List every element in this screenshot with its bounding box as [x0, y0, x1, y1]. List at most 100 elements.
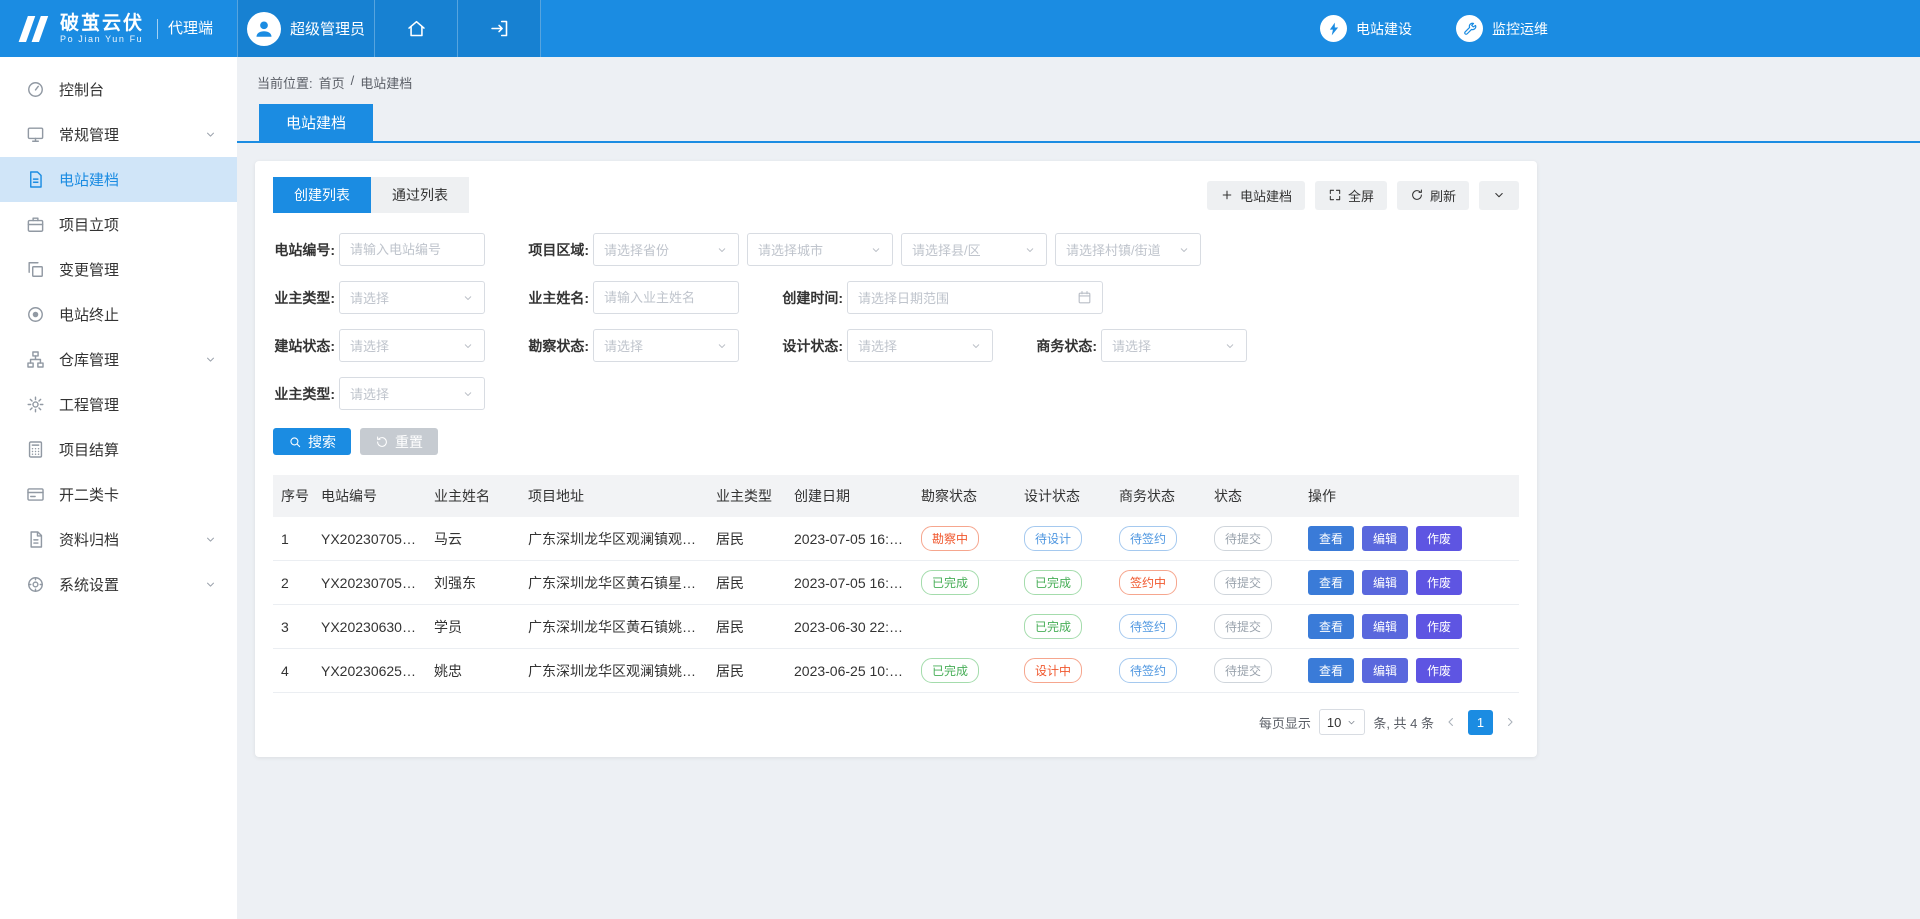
tab-passed-list[interactable]: 通过列表: [371, 177, 469, 213]
cell-created: 2023-06-30 22:45:57: [786, 605, 913, 649]
filter-label: 创建时间:: [781, 288, 843, 308]
filter-input-owner-name[interactable]: [593, 281, 739, 314]
next-page-button[interactable]: [1501, 713, 1519, 731]
cell-actions: 查看编辑作废: [1300, 649, 1519, 693]
header-shortcuts: 电站建设 监控运维: [1320, 0, 1548, 57]
sidebar-item-engineering-mgmt[interactable]: 工程管理: [0, 382, 237, 427]
page-1-button[interactable]: 1: [1468, 710, 1493, 735]
business-status-badge: 待签约: [1119, 658, 1177, 683]
select-placeholder: 请选择: [350, 336, 389, 355]
sidebar-item-project-initiation[interactable]: 项目立项: [0, 202, 237, 247]
header-shortcut-station-build[interactable]: 电站建设: [1320, 15, 1412, 42]
filter-select-project-region-1[interactable]: 请选择城市: [747, 233, 893, 266]
action-void-button[interactable]: 作废: [1416, 658, 1462, 683]
breadcrumb: 当前位置: 首页 / 电站建档: [257, 73, 1920, 92]
filter-date-create-time[interactable]: 请选择日期范围: [847, 281, 1103, 314]
search-button[interactable]: 搜索: [273, 428, 351, 455]
overall-status-badge: 待提交: [1214, 526, 1272, 551]
action-void-button[interactable]: 作废: [1416, 614, 1462, 639]
pagination: 每页显示 10 条, 共 4 条 1: [273, 709, 1519, 735]
filter-field-create-time: 创建时间: 请选择日期范围: [781, 281, 1103, 314]
wrench-icon: [1456, 15, 1483, 42]
filter-select-owner-type[interactable]: 请选择: [339, 281, 485, 314]
cell-index: 3: [273, 605, 313, 649]
design-status-badge: 已完成: [1024, 614, 1082, 639]
sidebar-item-system-settings[interactable]: 系统设置: [0, 562, 237, 607]
per-page-select[interactable]: 10: [1319, 709, 1365, 735]
user-avatar-icon: [247, 12, 281, 46]
filter-select-build-status[interactable]: 请选择: [339, 329, 485, 362]
sidebar: 控制台常规管理电站建档项目立项变更管理电站终止仓库管理工程管理项目结算开二类卡资…: [0, 57, 237, 919]
breadcrumb-home-link[interactable]: 首页: [319, 73, 345, 92]
filter-select-project-region-3[interactable]: 请选择村镇/街道: [1055, 233, 1201, 266]
sidebar-item-station-archive[interactable]: 电站建档: [0, 157, 237, 202]
filter-label: 勘察状态:: [527, 336, 589, 356]
action-view-button[interactable]: 查看: [1308, 614, 1354, 639]
sidebar-item-dashboard[interactable]: 控制台: [0, 67, 237, 112]
sidebar-item-station-termination[interactable]: 电站终止: [0, 292, 237, 337]
filter-select-project-region-0[interactable]: 请选择省份: [593, 233, 739, 266]
action-edit-button[interactable]: 编辑: [1362, 658, 1408, 683]
logout-button[interactable]: [458, 0, 541, 57]
filter-input-station-no[interactable]: [339, 233, 485, 266]
filter-select-business-status[interactable]: 请选择: [1101, 329, 1247, 362]
action-edit-button[interactable]: 编辑: [1362, 614, 1408, 639]
action-view-button[interactable]: 查看: [1308, 658, 1354, 683]
tab-create-list[interactable]: 创建列表: [273, 177, 371, 213]
select-placeholder: 请选择: [858, 336, 897, 355]
filter-label: 设计状态:: [781, 336, 843, 356]
chevron-down-icon: [1178, 244, 1190, 256]
filter-select-project-region-2[interactable]: 请选择县/区: [901, 233, 1047, 266]
user-menu[interactable]: 超级管理员: [237, 0, 375, 57]
collapse-filters-button[interactable]: [1479, 181, 1519, 210]
header-spacer: [541, 0, 1320, 57]
action-void-button[interactable]: 作废: [1416, 526, 1462, 551]
reset-button[interactable]: 重置: [360, 428, 438, 455]
select-placeholder: 请选择省份: [604, 240, 669, 259]
sidebar-item-project-settlement[interactable]: 项目结算: [0, 427, 237, 472]
refresh-button[interactable]: 刷新: [1397, 181, 1469, 210]
calendar-icon: [1077, 290, 1092, 305]
fullscreen-button[interactable]: 全屏: [1315, 181, 1387, 210]
sidebar-item-change-mgmt[interactable]: 变更管理: [0, 247, 237, 292]
column-header: 项目地址: [520, 475, 708, 517]
header-shortcut-label: 监控运维: [1492, 19, 1548, 39]
plus-icon: [1220, 188, 1234, 202]
sidebar-item-label: 开二类卡: [59, 484, 119, 505]
table-row: 4YX2023062500004姚忠广东深圳龙华区观澜镇姚家庄...居民2023…: [273, 649, 1519, 693]
home-icon: [406, 18, 427, 39]
per-page-value: 10: [1327, 715, 1341, 730]
archive-icon: [26, 530, 45, 549]
home-button[interactable]: [375, 0, 458, 57]
cell-owner-name: 姚忠: [426, 649, 520, 693]
filter-select-survey-status[interactable]: 请选择: [593, 329, 739, 362]
per-page-label: 每页显示: [1259, 713, 1311, 732]
create-station-button[interactable]: 电站建档: [1207, 181, 1305, 210]
cell-owner-name: 学员: [426, 605, 520, 649]
header-shortcut-monitor-ops[interactable]: 监控运维: [1456, 15, 1548, 42]
logo[interactable]: 破茧云伏 Po Jian Yun Fu 代理端: [0, 0, 237, 57]
refresh-label: 刷新: [1430, 186, 1456, 205]
top-header: 破茧云伏 Po Jian Yun Fu 代理端 超级管理员 电站建设 监控运维: [0, 0, 1920, 57]
action-view-button[interactable]: 查看: [1308, 570, 1354, 595]
sidebar-item-label: 电站终止: [59, 304, 119, 325]
action-void-button[interactable]: 作废: [1416, 570, 1462, 595]
design-status-badge: 待设计: [1024, 526, 1082, 551]
action-edit-button[interactable]: 编辑: [1362, 570, 1408, 595]
sidebar-item-second-class-card[interactable]: 开二类卡: [0, 472, 237, 517]
action-edit-button[interactable]: 编辑: [1362, 526, 1408, 551]
filter-select-owner-type-2[interactable]: 请选择: [339, 377, 485, 410]
chevron-down-icon: [716, 244, 728, 256]
fullscreen-label: 全屏: [1348, 186, 1374, 205]
sidebar-item-label: 项目结算: [59, 439, 119, 460]
sidebar-item-data-archive[interactable]: 资料归档: [0, 517, 237, 562]
sidebar-item-warehouse-mgmt[interactable]: 仓库管理: [0, 337, 237, 382]
chevron-right-icon: [1503, 715, 1517, 729]
filter-select-design-status[interactable]: 请选择: [847, 329, 993, 362]
survey-status-badge: 已完成: [921, 658, 979, 683]
sidebar-item-general-mgmt[interactable]: 常规管理: [0, 112, 237, 157]
prev-page-button[interactable]: [1442, 713, 1460, 731]
date-placeholder: 请选择日期范围: [858, 288, 949, 307]
action-view-button[interactable]: 查看: [1308, 526, 1354, 551]
page-tab-station-archive[interactable]: 电站建档: [259, 104, 373, 141]
